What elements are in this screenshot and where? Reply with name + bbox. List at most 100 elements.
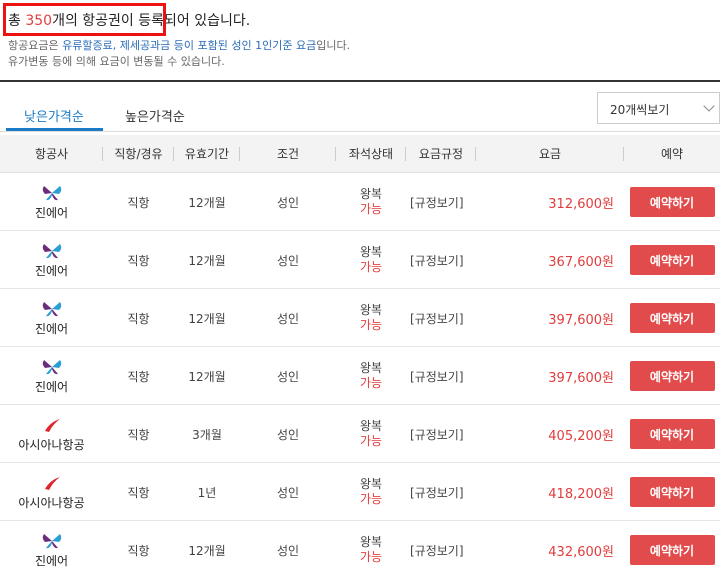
reserve-cell: 예약하기 bbox=[624, 231, 720, 289]
jinair-logo-icon bbox=[41, 184, 63, 202]
rule-cell: [규정보기] bbox=[406, 289, 476, 347]
book-button[interactable]: 예약하기 bbox=[629, 361, 715, 391]
condition-cell: 성인 bbox=[276, 485, 300, 500]
table-row: 진에어 직항 12개월 성인 왕복 가능 [규정보기] 367,600원 예약하기 bbox=[0, 231, 720, 289]
airline-cell: 아시아나항공 bbox=[0, 463, 103, 521]
seat-cell: 왕복 가능 bbox=[336, 231, 406, 289]
fare-cell: 432,600원 bbox=[476, 521, 618, 570]
airline-name: 진에어 bbox=[34, 205, 69, 220]
condition-cell: 성인 bbox=[276, 311, 300, 326]
condition-cell: 성인 bbox=[276, 195, 300, 210]
route-cell: 직항 bbox=[127, 311, 150, 326]
fare-rule-link[interactable]: [규정보기] bbox=[410, 426, 464, 443]
reserve-cell: 예약하기 bbox=[624, 463, 720, 521]
fare-rule-link[interactable]: [규정보기] bbox=[410, 484, 464, 501]
table-body: 진에어 직항 12개월 성인 왕복 가능 [규정보기] 312,600원 예약하기 진에어 직항 12… bbox=[0, 173, 720, 570]
book-button[interactable]: 예약하기 bbox=[629, 535, 715, 565]
fare-rule-link[interactable]: [규정보기] bbox=[410, 542, 464, 559]
book-button[interactable]: 예약하기 bbox=[629, 419, 715, 449]
fare-notice-1: 항공요금은 유류할증료, 제세공과금 등이 포함된 성인 1인기준 요금입니다. bbox=[8, 39, 351, 52]
seat-status: 가능 bbox=[359, 550, 383, 564]
fare-rule-link[interactable]: [규정보기] bbox=[410, 368, 464, 385]
book-button[interactable]: 예약하기 bbox=[629, 245, 715, 275]
table-row: 아시아나항공 직항 3개월 성인 왕복 가능 [규정보기] 405,200원 예약하기 bbox=[0, 405, 720, 463]
book-button[interactable]: 예약하기 bbox=[629, 187, 715, 217]
condition-cell: 성인 bbox=[276, 369, 300, 384]
seat-status: 가능 bbox=[359, 434, 383, 448]
reserve-cell: 예약하기 bbox=[624, 289, 720, 347]
rule-cell: [규정보기] bbox=[406, 173, 476, 231]
page-size-select[interactable]: 20개씩보기 bbox=[597, 92, 720, 124]
airline-name: 진에어 bbox=[34, 553, 69, 568]
airline-cell: 아시아나항공 bbox=[0, 405, 103, 463]
rule-cell: [규정보기] bbox=[406, 521, 476, 570]
fare-price: 405,200원 bbox=[548, 428, 614, 444]
fare-cell: 367,600원 bbox=[476, 231, 618, 289]
header-route: 직항/경유 bbox=[103, 135, 174, 173]
rule-cell: [규정보기] bbox=[406, 463, 476, 521]
book-button[interactable]: 예약하기 bbox=[629, 303, 715, 333]
fare-price: 367,600원 bbox=[548, 254, 614, 270]
trip-type: 왕복 bbox=[359, 187, 383, 201]
section-divider bbox=[0, 80, 720, 82]
header-reserve: 예약 bbox=[660, 147, 684, 161]
fare-price: 432,600원 bbox=[548, 544, 614, 560]
header-fare: 요금 bbox=[476, 135, 624, 173]
seat-status: 가능 bbox=[359, 202, 383, 216]
fare-rule-link[interactable]: [규정보기] bbox=[410, 310, 464, 327]
airline-name: 아시아나항공 bbox=[18, 437, 85, 452]
header-seat: 좌석상태 bbox=[336, 135, 406, 173]
seat-status: 가능 bbox=[359, 376, 383, 390]
fare-price: 397,600원 bbox=[548, 370, 614, 386]
header-condition: 조건 bbox=[240, 135, 336, 173]
table-header: 항공사 직항/경유 유효기간 조건 좌석상태 요금규정 요금 예약 bbox=[0, 135, 720, 173]
tabs-divider bbox=[0, 131, 720, 132]
seat-cell: 왕복 가능 bbox=[336, 347, 406, 405]
fare-cell: 312,600원 bbox=[476, 173, 618, 231]
fare-price: 312,600원 bbox=[548, 196, 614, 212]
condition-cell: 성인 bbox=[276, 543, 300, 558]
condition-cell: 성인 bbox=[276, 427, 300, 442]
airline-cell: 진에어 bbox=[0, 173, 103, 231]
trip-type: 왕복 bbox=[359, 303, 383, 317]
reserve-cell: 예약하기 bbox=[624, 521, 720, 570]
seat-cell: 왕복 가능 bbox=[336, 173, 406, 231]
fare-cell: 397,600원 bbox=[476, 347, 618, 405]
trip-type: 왕복 bbox=[359, 245, 383, 259]
seat-cell: 왕복 가능 bbox=[336, 405, 406, 463]
tab-high-price[interactable]: 높은가격순 bbox=[125, 106, 185, 125]
book-button[interactable]: 예약하기 bbox=[629, 477, 715, 507]
table-row: 진에어 직항 12개월 성인 왕복 가능 [규정보기] 397,600원 예약하기 bbox=[0, 289, 720, 347]
airline-cell: 진에어 bbox=[0, 521, 103, 570]
header-validity: 유효기간 bbox=[174, 135, 240, 173]
condition-cell: 성인 bbox=[276, 253, 300, 268]
validity-cell: 12개월 bbox=[188, 369, 226, 384]
airline-cell: 진에어 bbox=[0, 231, 103, 289]
table-row: 진에어 직항 12개월 성인 왕복 가능 [규정보기] 397,600원 예약하기 bbox=[0, 347, 720, 405]
table-row: 진에어 직항 12개월 성인 왕복 가능 [규정보기] 432,600원 예약하기 bbox=[0, 521, 720, 570]
fare-cell: 418,200원 bbox=[476, 463, 618, 521]
airline-name: 진에어 bbox=[34, 263, 69, 278]
fare-rule-link[interactable]: [규정보기] bbox=[410, 252, 464, 269]
trip-type: 왕복 bbox=[359, 535, 383, 549]
route-cell: 직항 bbox=[127, 253, 150, 268]
seat-status: 가능 bbox=[359, 492, 383, 506]
header-rule: 요금규정 bbox=[406, 135, 476, 173]
route-cell: 직항 bbox=[127, 543, 150, 558]
tab-low-price[interactable]: 낮은가격순 bbox=[24, 106, 84, 125]
rule-cell: [규정보기] bbox=[406, 405, 476, 463]
airline-name: 아시아나항공 bbox=[18, 495, 85, 510]
chevron-down-icon bbox=[703, 100, 715, 112]
table-row: 아시아나항공 직항 1년 성인 왕복 가능 [규정보기] 418,200원 예약하기 bbox=[0, 463, 720, 521]
validity-cell: 12개월 bbox=[188, 543, 226, 558]
validity-cell: 12개월 bbox=[188, 195, 226, 210]
route-cell: 직항 bbox=[127, 485, 150, 500]
table-row: 진에어 직항 12개월 성인 왕복 가능 [규정보기] 312,600원 예약하기 bbox=[0, 173, 720, 231]
trip-type: 왕복 bbox=[359, 361, 383, 375]
fare-notice-2: 유가변동 등에 의해 요금이 변동될 수 있습니다. bbox=[8, 55, 225, 68]
reserve-cell: 예약하기 bbox=[624, 173, 720, 231]
seat-cell: 왕복 가능 bbox=[336, 289, 406, 347]
fare-rule-link[interactable]: [규정보기] bbox=[410, 194, 464, 211]
route-cell: 직항 bbox=[127, 195, 150, 210]
jinair-logo-icon bbox=[41, 532, 63, 550]
